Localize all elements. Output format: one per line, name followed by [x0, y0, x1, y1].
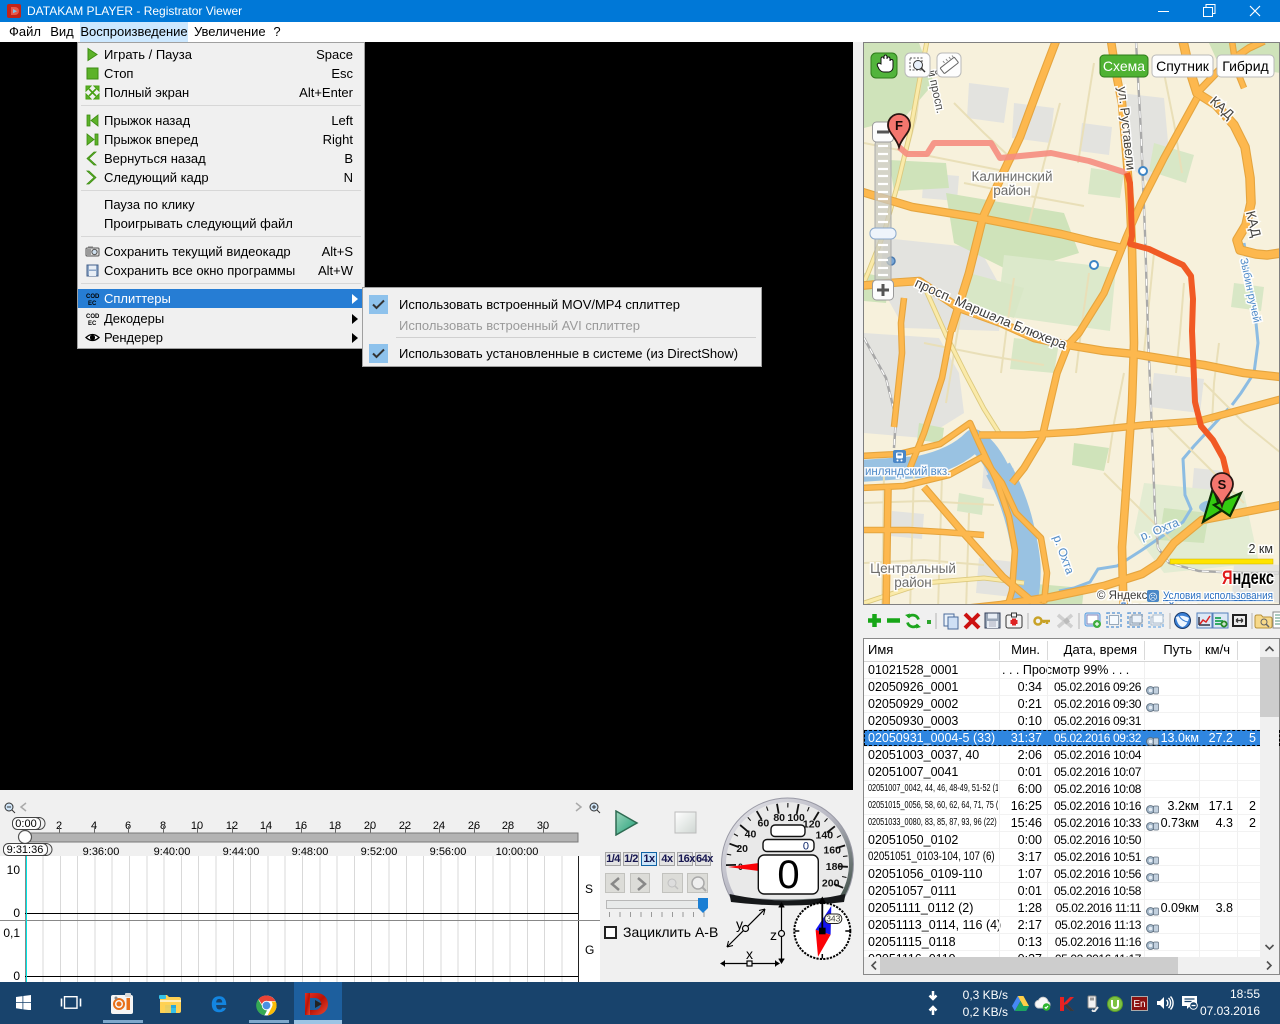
svg-text:160: 160 — [823, 844, 841, 856]
svg-text:Калининский: Калининский — [972, 169, 1053, 184]
svg-text:9:44:00: 9:44:00 — [223, 846, 260, 858]
svg-text:20: 20 — [736, 843, 748, 855]
svg-text:0,1: 0,1 — [3, 926, 20, 940]
svg-text:Условия использования: Условия использования — [1163, 590, 1273, 602]
svg-text:район: район — [993, 183, 1031, 198]
svg-text:40: 40 — [745, 828, 757, 840]
svg-text:9:48:00: 9:48:00 — [292, 846, 329, 858]
svg-text:Центральный: Центральный — [870, 561, 956, 576]
svg-text:9:40:00: 9:40:00 — [154, 846, 191, 858]
svg-text:EC: EC — [88, 321, 97, 326]
svg-text:60: 60 — [758, 818, 770, 830]
svg-text:2 км: 2 км — [1249, 542, 1274, 556]
svg-text:10:00:00: 10:00:00 — [496, 846, 539, 858]
svg-text:0: 0 — [13, 906, 20, 920]
svg-text:S: S — [1218, 477, 1227, 492]
svg-text:Яндекс: Яндекс — [1222, 568, 1274, 589]
svg-text:9:31:36: 9:31:36 — [7, 844, 44, 856]
svg-text:район: район — [894, 575, 932, 590]
svg-text:S: S — [585, 882, 593, 896]
svg-text:80: 80 — [773, 812, 785, 824]
svg-text:0: 0 — [777, 853, 799, 897]
svg-text:9:36:00: 9:36:00 — [83, 846, 120, 858]
svg-text:180: 180 — [826, 861, 844, 873]
svg-text:Гибрид: Гибрид — [1222, 58, 1268, 74]
svg-text:Схема: Схема — [1103, 58, 1145, 74]
svg-text:9:56:00: 9:56:00 — [430, 846, 467, 858]
svg-text:200: 200 — [822, 877, 840, 889]
svg-text:9:52:00: 9:52:00 — [361, 846, 398, 858]
svg-text:x: x — [746, 946, 753, 962]
svg-text:G: G — [585, 943, 594, 957]
svg-text:z: z — [770, 927, 777, 943]
svg-text:инляндский вкз.: инляндский вкз. — [865, 466, 950, 478]
svg-text:343: 343 — [826, 914, 840, 924]
svg-text:© Яндекс: © Яндекс — [1097, 590, 1148, 602]
svg-text:COD: COD — [86, 294, 100, 300]
svg-text:140: 140 — [816, 829, 834, 841]
svg-text:10: 10 — [7, 863, 21, 877]
svg-text:☹: ☹ — [1148, 592, 1157, 602]
svg-text:0: 0 — [13, 969, 20, 982]
svg-text:0: 0 — [803, 841, 809, 853]
svg-text:EC: EC — [88, 301, 97, 306]
svg-text:COD: COD — [86, 314, 100, 320]
svg-text:y: y — [736, 916, 743, 932]
svg-text:Спутник: Спутник — [1156, 58, 1210, 74]
svg-text:0:00: 0:00 — [15, 818, 36, 830]
svg-text:F: F — [895, 118, 903, 133]
